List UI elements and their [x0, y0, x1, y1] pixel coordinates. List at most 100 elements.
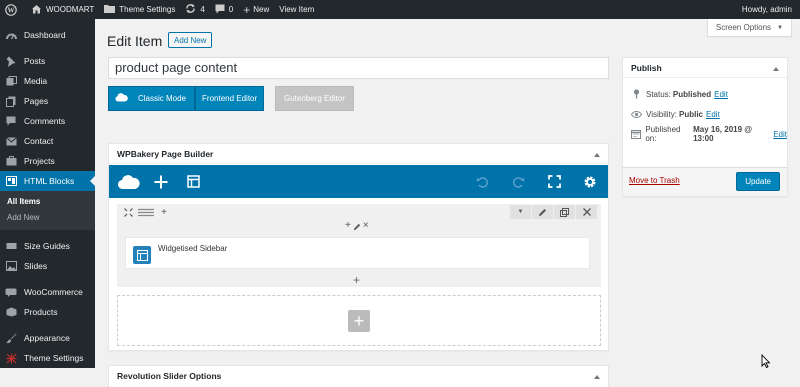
- visibility-row: Visibility: Public Edit: [623, 104, 787, 124]
- revolution-slider-header[interactable]: Revolution Slider Options: [109, 366, 608, 386]
- submenu-add-new[interactable]: Add New: [0, 210, 95, 226]
- templates-icon[interactable]: [181, 170, 205, 194]
- move-to-trash-link[interactable]: Move to Trash: [629, 176, 680, 185]
- add-element-icon[interactable]: [149, 170, 173, 194]
- menu-item-dashboard[interactable]: Dashboard: [0, 25, 95, 45]
- theme-settings-label: Theme Settings: [119, 5, 176, 14]
- submenu-all-items[interactable]: All Items: [0, 194, 95, 210]
- my-account-link[interactable]: Howdy, admin: [737, 0, 800, 19]
- row-actions: ▼: [509, 205, 597, 219]
- menu-item-media[interactable]: Media: [0, 71, 95, 91]
- collapse-arrow-icon[interactable]: [773, 64, 779, 71]
- svg-text:W: W: [8, 6, 15, 14]
- menu-item-html-blocks[interactable]: HTML Blocks: [0, 171, 95, 191]
- row-controls: + ▼: [117, 204, 601, 220]
- classic-mode-button[interactable]: Classic Mode: [108, 86, 196, 111]
- row-layout-icon[interactable]: [135, 205, 157, 219]
- update-button[interactable]: Update: [736, 172, 780, 191]
- publish-header[interactable]: Publish: [623, 58, 787, 78]
- row-add-column-icon[interactable]: +: [157, 205, 171, 219]
- html-blocks-submenu: All Items Add New: [0, 191, 95, 230]
- menu-label-slides: Slides: [24, 261, 48, 271]
- row-clone-icon[interactable]: [553, 205, 575, 219]
- screen-options-toggle[interactable]: Screen Options ▼: [706, 19, 792, 37]
- menu-item-products[interactable]: Products: [0, 302, 95, 322]
- wpbakery-toolbar: [109, 165, 608, 198]
- menu-item-projects[interactable]: Projects: [0, 151, 95, 171]
- menu-label-html-blocks: HTML Blocks: [24, 176, 75, 186]
- folder-icon: [104, 4, 119, 15]
- row-delete-icon[interactable]: [575, 205, 597, 219]
- status-edit-link[interactable]: Edit: [714, 90, 728, 99]
- post-title-input[interactable]: product page content: [108, 57, 609, 79]
- size-guides-icon: [5, 240, 17, 252]
- fullscreen-icon[interactable]: [542, 170, 566, 194]
- menu-item-contact[interactable]: Contact: [0, 131, 95, 151]
- menu-item-woocommerce[interactable]: WooCommerce: [0, 282, 95, 302]
- menu-label-pages: Pages: [24, 96, 49, 106]
- editor-mode-buttons: Classic Mode Frontend Editor: [108, 86, 265, 111]
- add-new-button[interactable]: Add New: [168, 32, 213, 48]
- menu-item-slides[interactable]: Slides: [0, 256, 95, 276]
- menu-item-appearance[interactable]: Appearance: [0, 328, 95, 348]
- publish-actions: Move to Trash Update: [623, 167, 787, 196]
- menu-label-woocommerce: WooCommerce: [24, 287, 83, 297]
- comments-link[interactable]: 0: [210, 0, 238, 19]
- row-toggle-icon[interactable]: ▼: [509, 205, 531, 219]
- collapse-arrow-icon[interactable]: [594, 372, 600, 379]
- frontend-editor-button[interactable]: Frontend Editor: [195, 86, 265, 111]
- slides-icon: [5, 260, 17, 272]
- menu-label-dashboard: Dashboard: [24, 30, 66, 40]
- column-delete-icon[interactable]: ×: [363, 220, 369, 234]
- vc-row: + ▼ + × Widgetised Sidebar +: [117, 204, 601, 287]
- collapse-arrow-icon[interactable]: [594, 150, 600, 157]
- wpbakery-header[interactable]: WPBakery Page Builder: [109, 144, 608, 164]
- view-item-link[interactable]: View Item: [274, 0, 319, 19]
- menu-item-posts[interactable]: Posts: [0, 51, 95, 71]
- column-add-icon[interactable]: +: [345, 220, 351, 234]
- calendar-icon: [630, 129, 641, 139]
- menu-label-theme-settings: Theme Settings: [24, 353, 84, 363]
- redo-icon[interactable]: [506, 170, 530, 194]
- frontend-editor-label: Frontend Editor: [202, 94, 258, 103]
- new-content-link[interactable]: + New: [238, 0, 274, 19]
- add-element-plus-icon[interactable]: +: [348, 310, 370, 332]
- site-name-link[interactable]: WOODMART: [26, 0, 99, 19]
- menu-label-size-guides: Size Guides: [24, 241, 70, 251]
- wordpress-logo-icon[interactable]: W: [0, 0, 26, 19]
- menu-item-comments[interactable]: Comments: [0, 111, 95, 131]
- media-icon: [5, 75, 17, 87]
- revolution-slider-postbox: Revolution Slider Options: [108, 365, 609, 387]
- screen-options-label: Screen Options: [715, 23, 772, 32]
- published-on-row: Published on: May 16, 2019 @ 13:00 Edit: [623, 124, 787, 144]
- column-controls: + ×: [345, 220, 369, 234]
- menu-item-size-guides[interactable]: Size Guides: [0, 236, 95, 256]
- menu-label-comments: Comments: [24, 116, 66, 126]
- wpbakery-logo-icon[interactable]: [117, 170, 141, 194]
- plus-icon: +: [243, 2, 251, 17]
- column-append-plus-icon[interactable]: +: [353, 273, 360, 287]
- menu-item-theme-settings[interactable]: Theme Settings: [0, 348, 95, 368]
- settings-gear-icon[interactable]: [578, 170, 602, 194]
- widgetised-sidebar-element[interactable]: Widgetised Sidebar: [125, 237, 590, 269]
- admin-bar: W WOODMART Theme Settings 4 0 + New View…: [0, 0, 800, 19]
- visibility-edit-link[interactable]: Edit: [706, 110, 720, 119]
- wpbakery-title: WPBakery Page Builder: [117, 148, 214, 159]
- column-edit-icon[interactable]: [353, 220, 361, 234]
- menu-item-pages[interactable]: Pages: [0, 91, 95, 111]
- gutenberg-editor-button[interactable]: Gutenberg Editor: [275, 86, 354, 111]
- undo-icon[interactable]: [470, 170, 494, 194]
- published-on-edit-link[interactable]: Edit: [773, 130, 787, 139]
- brush-icon: [5, 332, 17, 344]
- publish-postbox: Publish Status: Published Edit Visibilit…: [622, 57, 788, 197]
- visibility-value: Public: [678, 109, 703, 119]
- row-edit-icon[interactable]: [531, 205, 553, 219]
- admin-menu: Dashboard Posts Media Pages Comments Con…: [0, 19, 95, 368]
- theme-settings-link[interactable]: Theme Settings: [99, 0, 180, 19]
- pages-icon: [5, 95, 17, 107]
- updates-link[interactable]: 4: [180, 0, 209, 19]
- row-move-icon[interactable]: [121, 205, 135, 219]
- theme-settings-icon: [5, 352, 17, 364]
- comment-icon: [215, 4, 229, 16]
- add-element-area[interactable]: +: [117, 295, 601, 346]
